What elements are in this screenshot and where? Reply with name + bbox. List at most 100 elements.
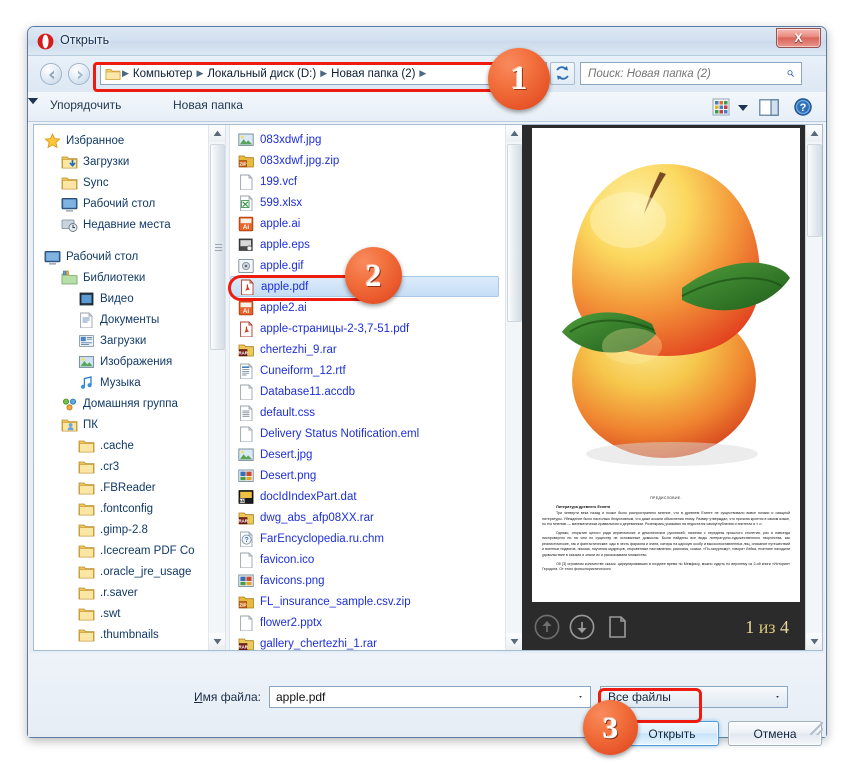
blank-file-icon [240, 552, 253, 568]
file-row[interactable]: Desert.png [230, 465, 505, 486]
sidebar-item-23[interactable]: .swt [34, 603, 208, 624]
file-name-label: favicons.png [260, 574, 325, 587]
file-list-scrollbar-thumb[interactable] [507, 144, 522, 322]
file-row[interactable]: ? FarEncyclopedia.ru.chm [230, 528, 505, 549]
chevron-down-icon[interactable] [738, 104, 748, 112]
file-row[interactable]: DAT docIdIndexPart.dat [230, 486, 505, 507]
sidebar-item-21[interactable]: .oracle_jre_usage [34, 561, 208, 582]
sidebar-item-3[interactable]: Рабочий стол [34, 193, 208, 214]
sidebar-item-9[interactable]: Документы [34, 309, 208, 330]
sidebar-item-label: .Icecream PDF Co [100, 544, 195, 557]
view-grid-icon[interactable] [712, 98, 730, 116]
file-row[interactable]: default.css [230, 402, 505, 423]
file-row[interactable]: 599.xlsx [230, 192, 505, 213]
sidebar-scrollbar-thumb[interactable] [210, 144, 225, 350]
file-row[interactable]: ZIP FL_insurance_sample.csv.zip [230, 591, 505, 612]
sidebar-item-8[interactable]: Видео [34, 288, 208, 309]
search-input[interactable] [581, 67, 787, 80]
sidebar-item-13[interactable]: Домашняя группа [34, 393, 208, 414]
preview-pane-icon[interactable] [759, 99, 779, 116]
file-row[interactable]: favicons.png [230, 570, 505, 591]
page-view-icon[interactable] [604, 614, 630, 640]
sidebar-item-7[interactable]: Библиотеки [34, 267, 208, 288]
file-row[interactable]: 083xdwf.jpg [230, 129, 505, 150]
chevron-down-icon[interactable] [28, 97, 38, 105]
file-name-label: 199.vcf [260, 175, 298, 188]
close-button[interactable]: X [776, 28, 821, 48]
forward-arrow-icon[interactable] [68, 63, 90, 85]
sidebar-item-22[interactable]: .r.saver [34, 582, 208, 603]
file-row[interactable]: Ai apple.ai [230, 213, 505, 234]
sidebar-item-10[interactable]: Загрузки [34, 330, 208, 351]
new-folder-button[interactable]: Новая папка [173, 98, 243, 112]
chevron-down-icon[interactable] [579, 693, 590, 701]
breadcrumb-item-2[interactable]: Новая папка (2) [328, 67, 418, 81]
help-icon[interactable]: ? [794, 98, 812, 116]
sidebar-item-19[interactable]: .gimp-2.8 [34, 519, 208, 540]
sidebar-item-4[interactable]: Недавние места [34, 214, 208, 235]
file-row[interactable]: RAR gallery_chertezhi_1.rar [230, 633, 505, 650]
file-type-filter-select[interactable]: Все файлы [600, 686, 788, 708]
sidebar-item-16[interactable]: .cr3 [34, 456, 208, 477]
sidebar-item-12[interactable]: Музыка [34, 372, 208, 393]
file-row[interactable]: Delivery Status Notification.eml [230, 423, 505, 444]
preview-text-page: ПРЕДИСЛОВИЕ. Литература древнего Египта … [532, 490, 800, 602]
sidebar-item-14[interactable]: ПК [34, 414, 208, 435]
filename-input[interactable] [270, 690, 579, 704]
sidebar-item-11[interactable]: Изображения [34, 351, 208, 372]
sidebar-scroll-up-button[interactable] [209, 125, 225, 142]
file-list-scrollbar[interactable] [505, 125, 522, 650]
address-bar[interactable]: ▶ Компьютер ▶ Локальный диск (D:) ▶ Нова… [100, 62, 525, 85]
preview-scroll-up-button[interactable] [806, 125, 822, 142]
file-row[interactable]: favicon.ico [230, 549, 505, 570]
file-row[interactable]: flower2.pptx [230, 612, 505, 633]
sidebar-item-20[interactable]: .Icecream PDF Co [34, 540, 208, 561]
sidebar-item-2[interactable]: Sync [34, 172, 208, 193]
preview-scrollbar[interactable] [805, 125, 822, 650]
preview-scrollbar-thumb[interactable] [807, 144, 822, 237]
file-row[interactable]: RAR dwg_abs_afp08XX.rar [230, 507, 505, 528]
sidebar-item-17[interactable]: .FBReader [34, 477, 208, 498]
sidebar-item-label: Видео [100, 292, 134, 305]
preview-scroll-down-button[interactable] [806, 633, 822, 650]
file-row[interactable]: RAR chertezhi_9.rar [230, 339, 505, 360]
page-down-icon[interactable] [569, 614, 595, 640]
sidebar-item-0[interactable]: Избранное [34, 130, 208, 151]
file-row[interactable]: Cuneiform_12.rtf [230, 360, 505, 381]
resize-grip[interactable] [810, 722, 823, 735]
sidebar-item-24[interactable]: .thumbnails [34, 624, 208, 645]
file-name-label: apple.gif [260, 259, 304, 272]
chm-file-icon: ? [240, 531, 253, 547]
window-title: Открыть [60, 33, 110, 47]
svg-text:Ai: Ai [243, 308, 250, 315]
file-list-scroll-down-button[interactable] [506, 633, 522, 650]
sidebar-item-1[interactable]: Загрузки [34, 151, 208, 172]
sidebar-item-15[interactable]: .cache [34, 435, 208, 456]
sidebar-scroll-down-button[interactable] [209, 633, 225, 650]
sidebar-item-6[interactable]: Рабочий стол [34, 246, 208, 267]
breadcrumb-item-0[interactable]: Компьютер [130, 67, 196, 81]
organize-button[interactable]: Упорядочить [50, 98, 121, 112]
breadcrumb-separator: ▶ [320, 68, 328, 78]
file-list-scroll-up-button[interactable] [506, 125, 522, 142]
refresh-button[interactable] [550, 62, 575, 85]
file-row[interactable]: 199.vcf [230, 171, 505, 192]
png-file-icon [238, 469, 254, 482]
breadcrumb-item-1[interactable]: Локальный диск (D:) [204, 67, 319, 81]
file-row[interactable]: Database11.accdb [230, 381, 505, 402]
preview-doc-paragraph-2: Об [3] огромном количестве сказок, цирку… [542, 561, 790, 572]
file-row[interactable]: ZIP 083xdwf.jpg.zip [230, 150, 505, 171]
back-arrow-icon[interactable] [40, 63, 62, 85]
cancel-button[interactable]: Отмена [728, 721, 822, 746]
sidebar-item-label: .FBReader [100, 481, 156, 494]
svg-text:ZIP: ZIP [239, 161, 246, 166]
page-up-icon[interactable] [534, 614, 560, 640]
file-row[interactable]: apple-страницы-2-3,7-51.pdf [230, 318, 505, 339]
sidebar-scrollbar[interactable] [208, 125, 225, 650]
open-button[interactable]: Открыть [625, 721, 719, 746]
filename-field[interactable] [269, 686, 591, 708]
search-box[interactable] [580, 62, 802, 85]
desktop-icon [44, 250, 61, 264]
file-row[interactable]: Desert.jpg [230, 444, 505, 465]
sidebar-item-18[interactable]: .fontconfig [34, 498, 208, 519]
